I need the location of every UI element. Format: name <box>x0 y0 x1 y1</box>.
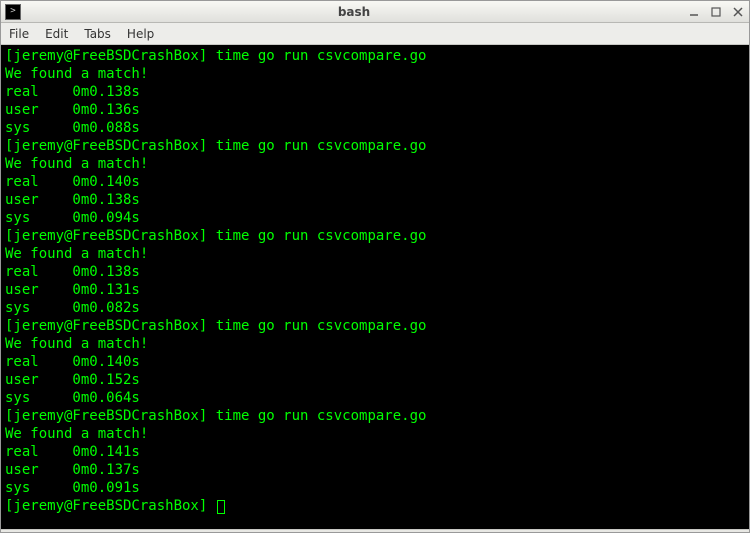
close-icon <box>733 7 743 17</box>
window-controls <box>683 2 749 22</box>
window-title: bash <box>25 5 683 19</box>
menu-help[interactable]: Help <box>119 25 162 43</box>
close-button[interactable] <box>727 2 749 22</box>
cursor <box>217 500 225 514</box>
titlebar: bash <box>1 1 749 23</box>
maximize-icon <box>711 7 721 17</box>
minimize-button[interactable] <box>683 2 705 22</box>
menu-tabs[interactable]: Tabs <box>76 25 119 43</box>
menubar: File Edit Tabs Help <box>1 23 749 45</box>
menu-edit[interactable]: Edit <box>37 25 76 43</box>
window-bottom-border <box>1 529 749 532</box>
terminal-output[interactable]: [jeremy@FreeBSDCrashBox] time go run csv… <box>1 45 749 529</box>
app-icon <box>5 4 21 20</box>
minimize-icon <box>689 7 699 17</box>
maximize-button[interactable] <box>705 2 727 22</box>
terminal-window: bash File Edit Tabs Help [jeremy@FreeBSD… <box>0 0 750 533</box>
menu-file[interactable]: File <box>1 25 37 43</box>
